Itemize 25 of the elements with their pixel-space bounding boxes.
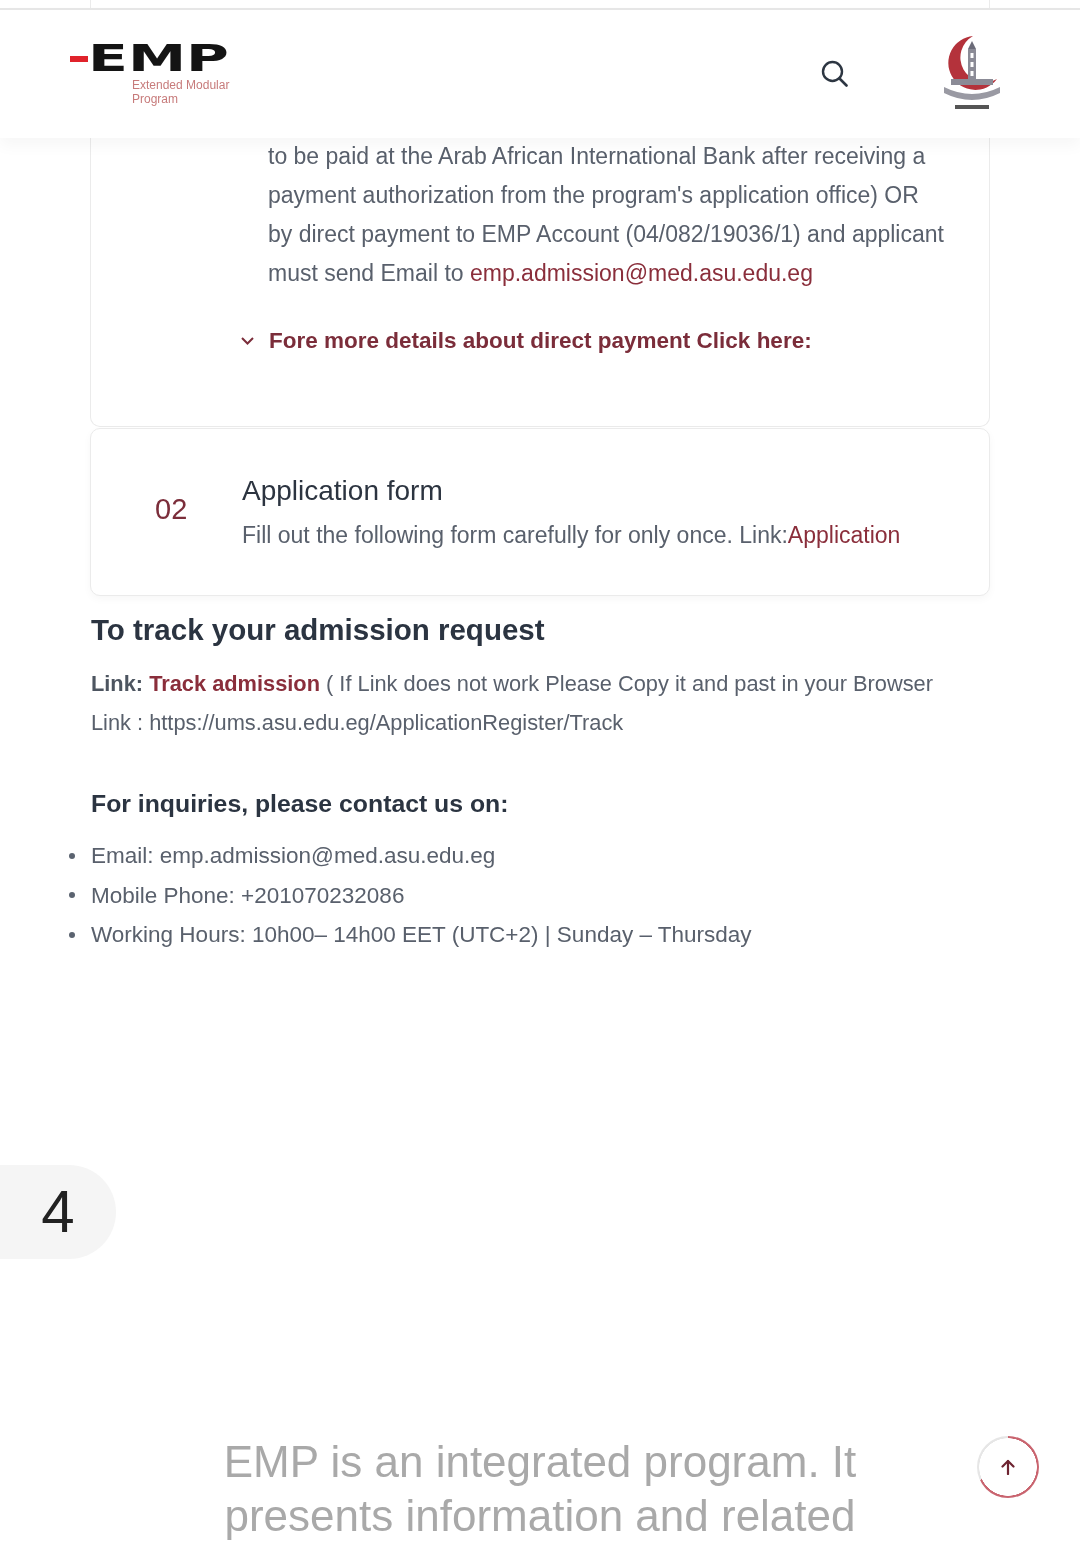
bullet-icon	[69, 892, 75, 899]
bullet-icon	[69, 852, 75, 859]
payment-paragraph: to be paid at the Arab African International Bank after receiving a payment authorization from the program's application office) OR by direct payment to EMP Account (04/082/19036/1) and applicant must send Email to emp.admission@med.asu.edu.eg	[268, 142, 945, 288]
step-description: Fill out the following form carefully for only once. Link:Application	[242, 520, 901, 550]
tower-emblem-icon	[941, 35, 1003, 111]
track-admission-link[interactable]: Track admission	[149, 671, 320, 696]
logo-tagline: Extended Modular Program	[132, 78, 231, 106]
section-heading: To track your admission request	[91, 612, 546, 648]
logo-wordmark: EMP	[88, 42, 229, 76]
intro-text: EMP is an integrated program. It presents information and related	[222, 1435, 858, 1542]
track-paragraph: Link: Track admission ( If Link does not work Please Copy it and past in your Browser Link : https://ums.asu.edu.eg/ApplicationRegister/Track	[91, 670, 934, 737]
details-toggle[interactable]: Fore more details about direct payment Click here:	[241, 325, 812, 357]
application-link[interactable]: Application	[787, 521, 901, 548]
step-number: 02	[155, 492, 188, 526]
arrow-up-icon	[1001, 1459, 1015, 1475]
step-title: Application form	[242, 473, 444, 508]
search-icon[interactable]	[821, 59, 848, 87]
contact-item: Email: emp.admission@med.asu.edu.eg	[91, 842, 496, 871]
section-heading: For inquiries, please contact us on:	[91, 789, 510, 819]
contact-item: Mobile Phone: +201070232086	[91, 881, 405, 910]
number-badge: 4	[0, 1164, 116, 1259]
email-link[interactable]: emp.admission@med.asu.edu.eg	[469, 260, 813, 286]
logo-dash-icon	[70, 56, 88, 62]
contact-item: Working Hours: 10h00– 14h00 EET (UTC+2) | Sunday – Thursday	[91, 921, 752, 950]
bullet-icon	[69, 931, 75, 938]
